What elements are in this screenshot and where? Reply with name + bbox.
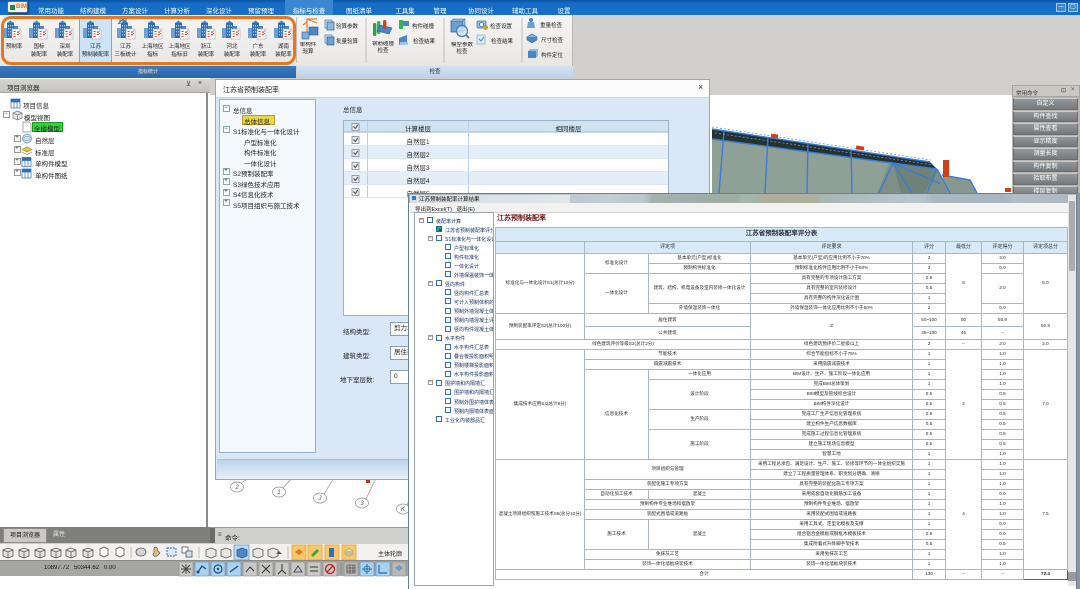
svg-text:1: 1 xyxy=(277,490,280,496)
svg-text:2: 2 xyxy=(234,485,239,491)
